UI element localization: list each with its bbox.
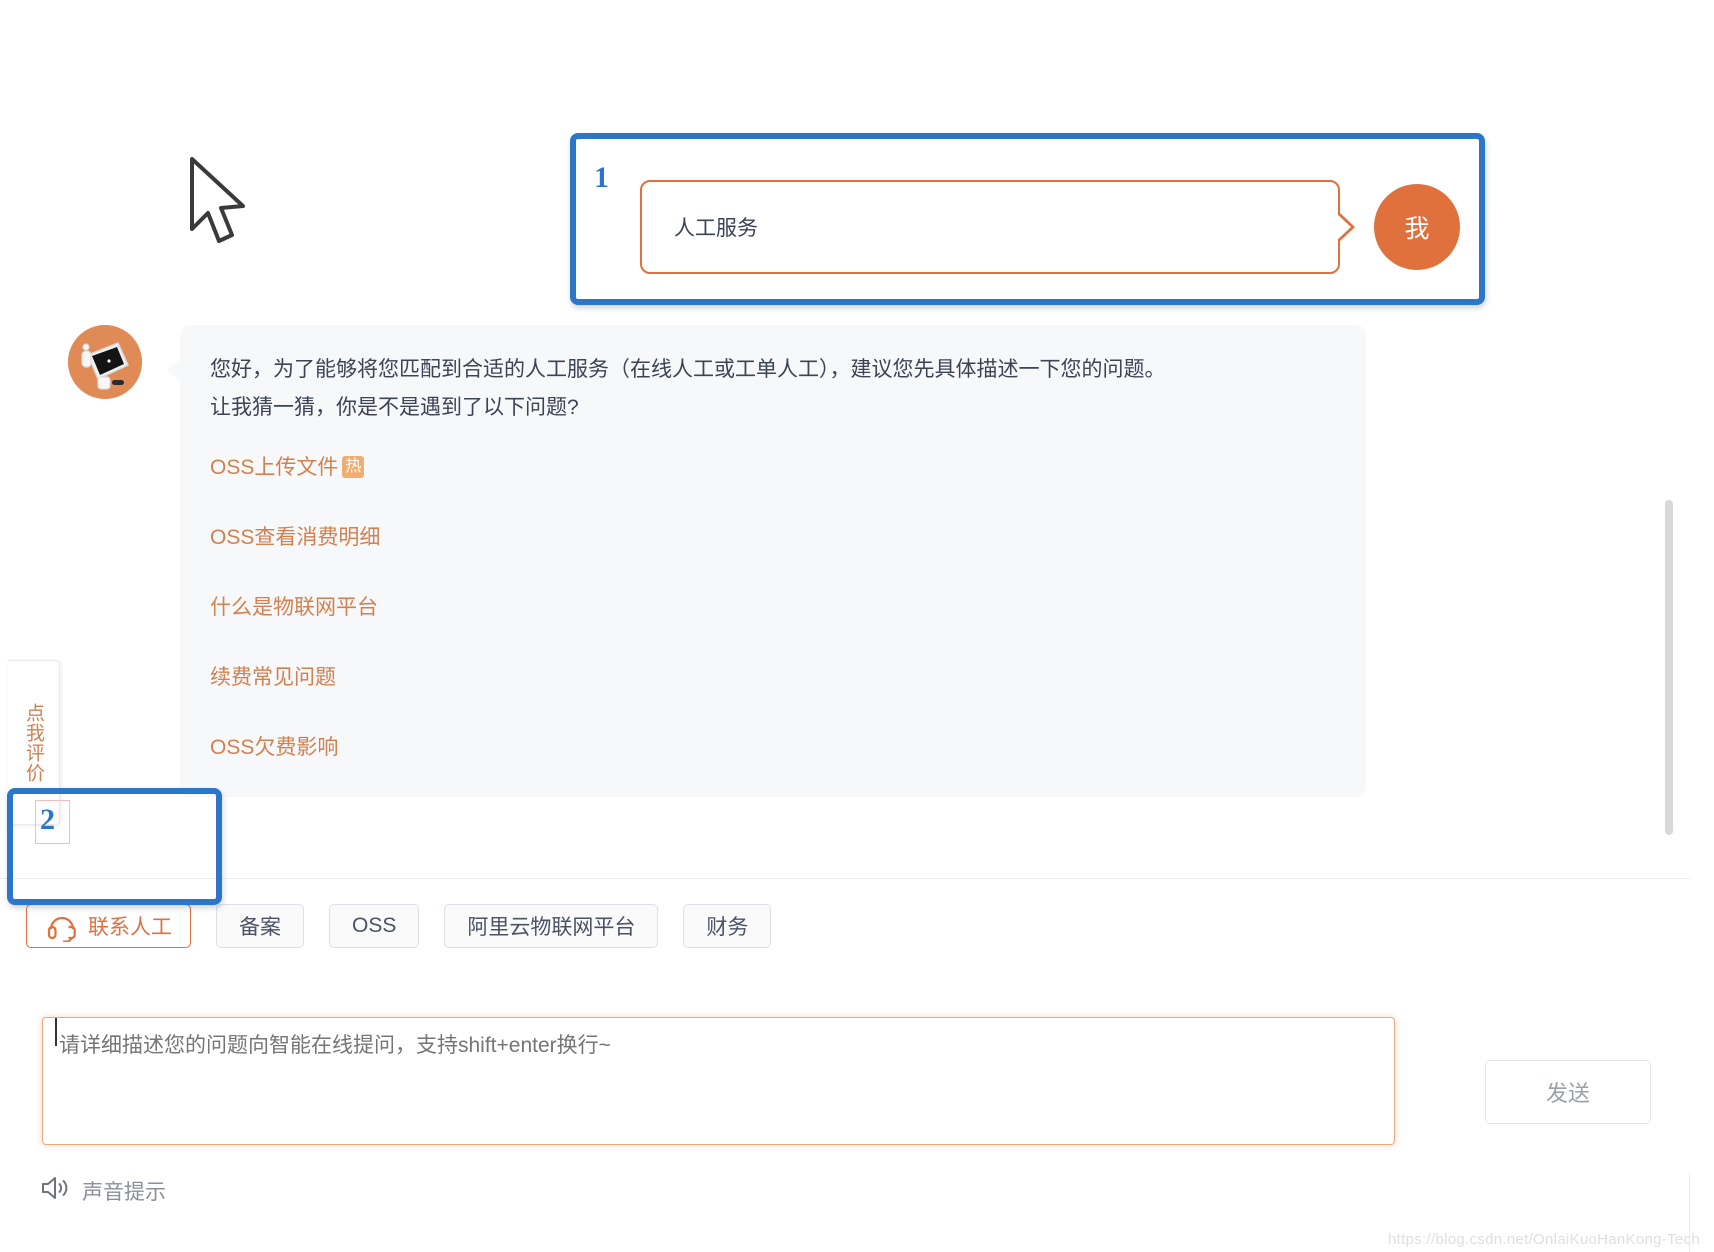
quick-reply-button-oss[interactable]: OSS bbox=[329, 904, 420, 948]
message-composer bbox=[0, 973, 1690, 1173]
quick-reply-button-finance[interactable]: 财务 bbox=[683, 904, 772, 948]
bot-faq-link-list: OSS上传文件热 OSS查看消费明细 什么是物联网平台 续费常见问题 OSS欠费… bbox=[210, 453, 1336, 763]
quick-reply-button-beian[interactable]: 备案 bbox=[216, 904, 304, 948]
faq-link[interactable]: OSS上传文件热 bbox=[210, 453, 1336, 483]
user-message-row: 人工服务 我 bbox=[640, 180, 1460, 274]
bot-message-line: 让我猜一猜，你是不是遇到了以下问题? bbox=[210, 396, 579, 419]
speaker-icon bbox=[40, 1175, 70, 1206]
headset-icon bbox=[45, 909, 79, 943]
bubble-tail-inner bbox=[1335, 212, 1351, 242]
faq-link[interactable]: OSS查看消费明细 bbox=[210, 523, 1336, 553]
robot-avatar bbox=[68, 325, 142, 399]
quick-reply-button-iot-platform[interactable]: 阿里云物联网平台 bbox=[444, 904, 659, 948]
bot-message-line: 您好，为了能够将您匹配到合适的人工服务（在线人工或工单人工），建议您先具体描述一… bbox=[210, 358, 1166, 381]
user-message-bubble: 人工服务 bbox=[640, 180, 1355, 274]
faq-link[interactable]: 续费常见问题 bbox=[210, 663, 1336, 693]
chat-widget: 续费常见问题 OSS欠费影响 人工服务 我 bbox=[0, 0, 1714, 1252]
message-input[interactable] bbox=[42, 1017, 1395, 1145]
bot-message-bubble: 您好，为了能够将您匹配到合适的人工服务（在线人工或工单人工），建议您先具体描述一… bbox=[167, 325, 1366, 797]
hot-badge: 热 bbox=[342, 456, 365, 478]
contact-agent-button[interactable]: 联系人工 bbox=[26, 904, 191, 948]
send-button[interactable]: 发送 bbox=[1485, 1060, 1651, 1124]
faq-link[interactable]: OSS欠费影响 bbox=[210, 733, 1336, 763]
bot-message-row: 您好，为了能够将您匹配到合适的人工服务（在线人工或工单人工），建议您先具体描述一… bbox=[68, 325, 1366, 797]
sound-toggle[interactable]: 声音提示 bbox=[40, 1175, 166, 1206]
watermark: https://blog.csdn.net/OnlaiKuoHanKong-Te… bbox=[1388, 1231, 1700, 1248]
faq-link[interactable]: 什么是物联网平台 bbox=[210, 593, 1336, 623]
chat-message-list[interactable]: 续费常见问题 OSS欠费影响 人工服务 我 bbox=[0, 0, 1690, 880]
text-caret bbox=[55, 1018, 57, 1046]
sound-toggle-label: 声音提示 bbox=[82, 1180, 166, 1204]
user-avatar: 我 bbox=[1374, 184, 1460, 270]
bubble-tail bbox=[167, 359, 181, 381]
quick-reply-toolbar: 联系人工 备案 OSS 阿里云物联网平台 财务 bbox=[0, 878, 1690, 973]
scrollbar-thumb[interactable] bbox=[1665, 500, 1673, 835]
user-message-text: 人工服务 bbox=[674, 217, 758, 240]
faq-link-label: OSS上传文件 bbox=[210, 456, 339, 479]
evaluate-tab[interactable]: 点我评价 bbox=[8, 660, 60, 825]
contact-agent-label: 联系人工 bbox=[88, 916, 172, 939]
mouse-cursor-pointer bbox=[186, 155, 256, 250]
